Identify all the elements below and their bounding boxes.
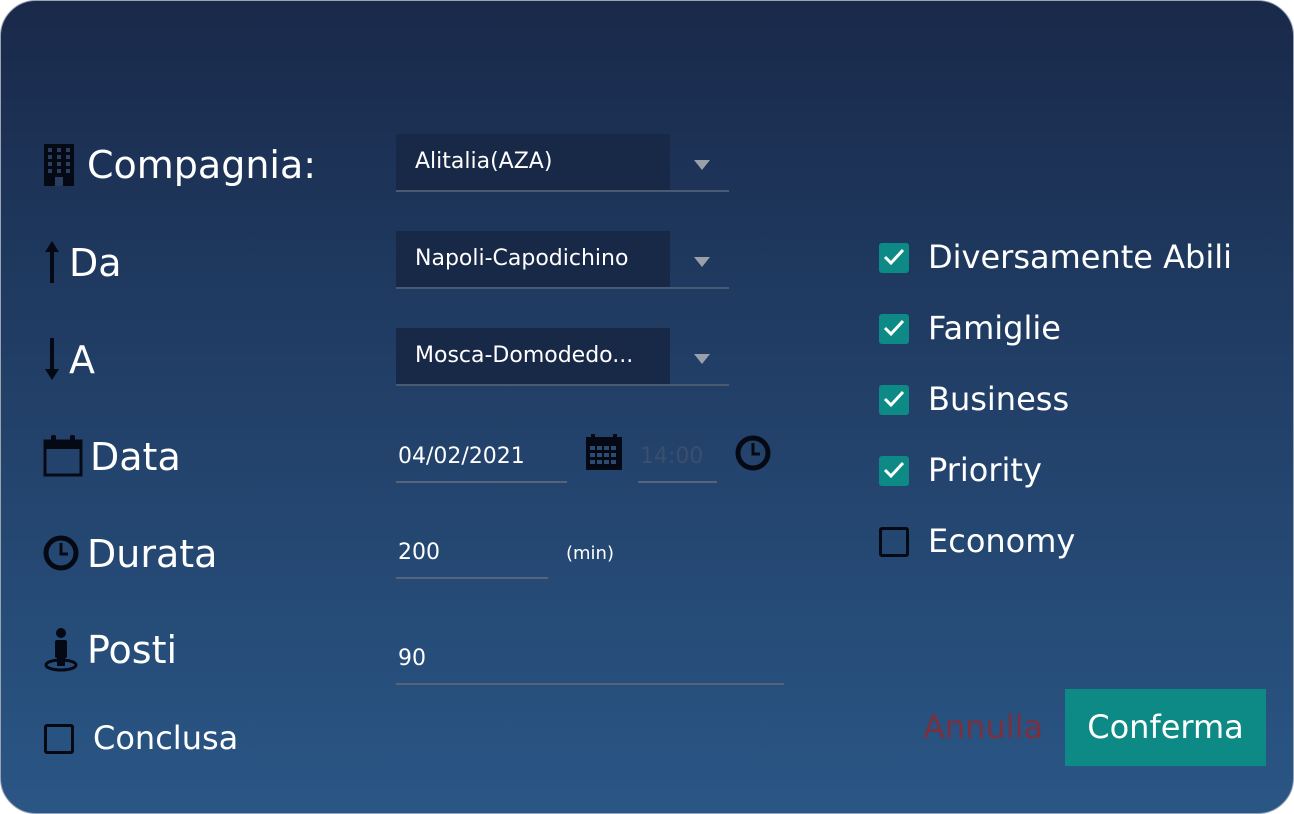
company-combobox-value: Alitalia(AZA) [415, 149, 553, 174]
seats-input-value: 90 [398, 646, 426, 671]
business-label: Business [928, 380, 1070, 418]
calendar-icon [43, 435, 83, 477]
families-label: Famiglie [928, 309, 1061, 347]
company-label: Compagnia: [87, 143, 317, 187]
economy-checkbox[interactable] [879, 527, 909, 557]
calendar-picker-icon[interactable] [586, 434, 622, 470]
time-input[interactable]: 14:00 [638, 435, 717, 483]
building-icon [43, 144, 75, 186]
duration-unit: (min) [566, 543, 614, 564]
completed-checkbox[interactable] [44, 724, 74, 754]
business-checkbox[interactable] [879, 385, 909, 415]
seats-label: Posti [87, 628, 178, 672]
arrow-down-icon [45, 338, 59, 380]
chevron-down-icon [694, 253, 710, 267]
families-checkbox[interactable] [879, 314, 909, 344]
time-input-value: 14:00 [640, 444, 704, 469]
checkmark-icon [883, 461, 905, 479]
checkmark-icon [883, 248, 905, 266]
economy-label: Economy [928, 522, 1076, 560]
duration-input-value: 200 [398, 540, 440, 565]
disabled-passengers-label: Diversamente Abili [928, 238, 1233, 276]
clock-icon [43, 535, 79, 571]
date-input[interactable]: 04/02/2021 [396, 435, 567, 483]
arrow-up-icon [45, 241, 59, 283]
person-pin-icon [43, 628, 79, 672]
completed-label: Conclusa [93, 719, 239, 757]
to-label: A [69, 338, 95, 382]
clock-icon[interactable] [735, 435, 771, 471]
chevron-down-icon [694, 350, 710, 364]
duration-label: Durata [87, 532, 218, 576]
confirm-button[interactable]: Conferma [1065, 689, 1266, 766]
seats-input[interactable]: 90 [396, 637, 784, 685]
date-label: Data [90, 435, 181, 479]
chevron-down-icon [694, 156, 710, 170]
date-input-value: 04/02/2021 [398, 444, 525, 469]
checkmark-icon [883, 390, 905, 408]
flight-form-dialog: Compagnia: Alitalia(AZA) Da Napoli-Capod… [0, 0, 1294, 814]
priority-label: Priority [928, 451, 1042, 489]
checkmark-icon [883, 319, 905, 337]
to-combobox-value: Mosca-Domodedo... [415, 343, 634, 368]
from-combobox[interactable]: Napoli-Capodichino [396, 231, 729, 289]
disabled-passengers-checkbox[interactable] [879, 243, 909, 273]
to-combobox[interactable]: Mosca-Domodedo... [396, 328, 729, 386]
company-combobox[interactable]: Alitalia(AZA) [396, 134, 729, 192]
from-label: Da [69, 241, 122, 285]
from-combobox-value: Napoli-Capodichino [415, 246, 629, 271]
priority-checkbox[interactable] [879, 456, 909, 486]
duration-input[interactable]: 200 [396, 531, 548, 579]
cancel-button[interactable]: Annulla [923, 705, 1043, 749]
